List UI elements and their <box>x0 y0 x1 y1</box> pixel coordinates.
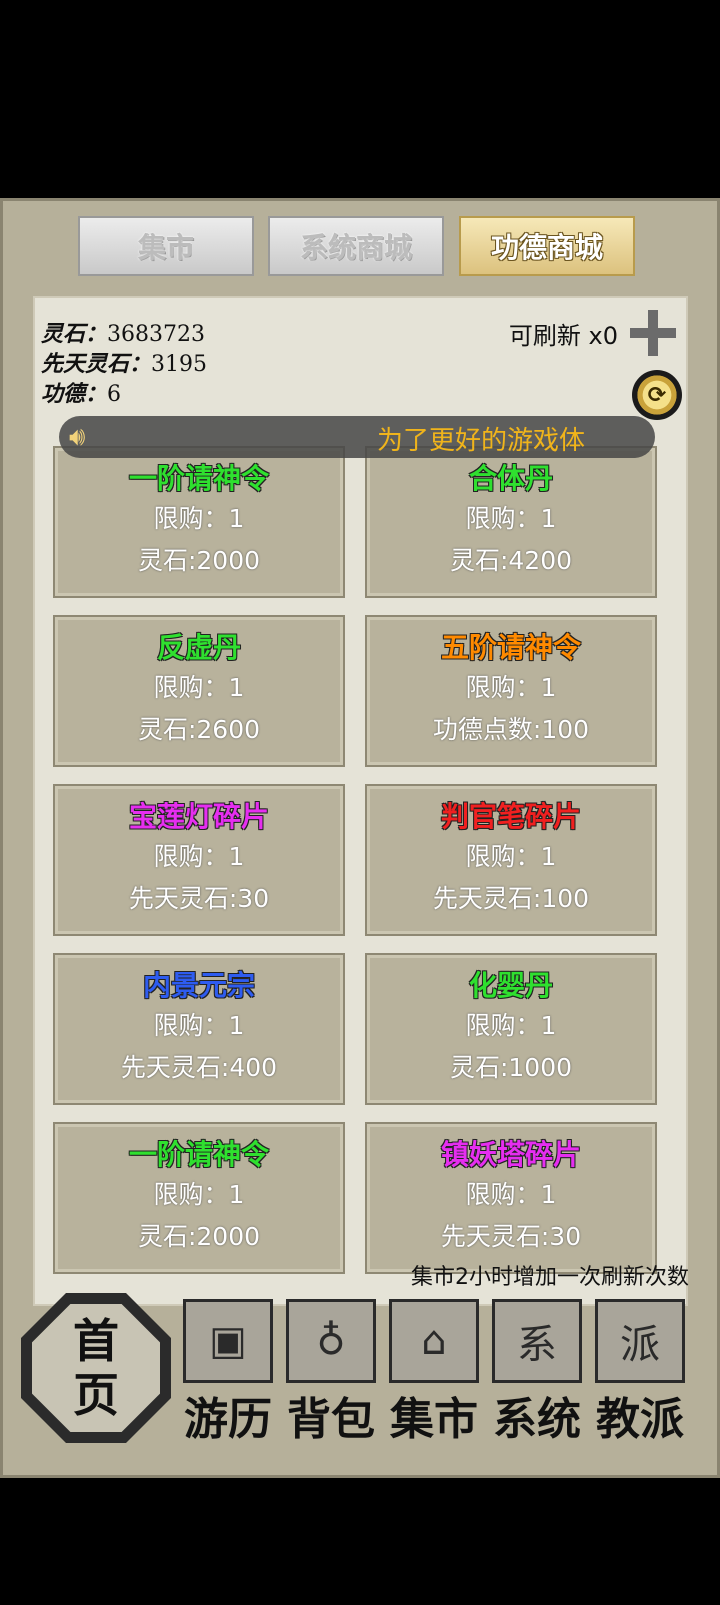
resource-label: 灵石： <box>41 321 108 347</box>
item-limit: 限购：1 <box>153 1011 245 1040</box>
resource-spirit-stone: 灵石：3683723 <box>41 316 205 348</box>
chest-icon[interactable]: ▣ <box>183 1299 273 1383</box>
add-refresh-button[interactable] <box>628 308 678 358</box>
item-name: 一阶请神令 <box>128 462 269 495</box>
shop-item-card[interactable]: 五阶请神令 限购：1 功德点数:100 <box>365 615 657 767</box>
item-limit: 限购：1 <box>153 842 245 871</box>
sect-scroll-icon[interactable]: 派 <box>595 1299 685 1383</box>
item-name: 宝莲灯碎片 <box>128 800 269 833</box>
resource-innate-stone: 先天灵石：3195 <box>41 346 207 378</box>
resource-label: 先天灵石： <box>41 351 152 377</box>
tab-market[interactable]: 集市 <box>78 216 254 276</box>
shop-item-card[interactable]: 判官笔碎片 限购：1 先天灵石:100 <box>365 784 657 936</box>
notice-banner: 🔊︎ 为了更好的游戏体 <box>59 416 655 458</box>
item-name: 判官笔碎片 <box>440 800 581 833</box>
item-limit: 限购：1 <box>465 842 557 871</box>
tab-system-shop[interactable]: 系统商城 <box>268 216 444 276</box>
item-price: 灵石:4200 <box>449 546 573 575</box>
nav-market[interactable]: 集市 <box>382 1383 486 1447</box>
item-limit: 限购：1 <box>153 673 245 702</box>
system-seal-icon[interactable]: 系 <box>492 1299 582 1383</box>
item-price: 先天灵石:30 <box>440 1222 582 1251</box>
shop-panel: 灵石：3683723 先天灵石：3195 功德：6 可刷新 x0 ⟳ 🔊︎ 为了… <box>33 296 688 1306</box>
resource-value: 6 <box>107 382 122 407</box>
bag-icon[interactable]: ♁ <box>286 1299 376 1383</box>
shop-item-card[interactable]: 一阶请神令 限购：1 灵石:2000 <box>53 1122 345 1274</box>
item-price: 灵石:2000 <box>137 1222 261 1251</box>
resource-value: 3683723 <box>107 322 205 347</box>
item-price: 先天灵石:30 <box>128 884 270 913</box>
item-limit: 限购：1 <box>465 1180 557 1209</box>
speaker-icon: 🔊︎ <box>69 422 86 452</box>
shop-item-card[interactable]: 一阶请神令 限购：1 灵石:2000 <box>53 446 345 598</box>
nav-sect[interactable]: 教派 <box>588 1383 692 1447</box>
shop-item-card[interactable]: 合体丹 限购：1 灵石:4200 <box>365 446 657 598</box>
item-limit: 限购：1 <box>465 673 557 702</box>
item-name: 五阶请神令 <box>440 631 581 664</box>
item-price: 先天灵石:400 <box>120 1053 278 1082</box>
refresh-count: 可刷新 x0 <box>508 322 618 350</box>
shop-item-card[interactable]: 镇妖塔碎片 限购：1 先天灵石:30 <box>365 1122 657 1274</box>
shop-item-card[interactable]: 反虚丹 限购：1 灵石:2600 <box>53 615 345 767</box>
item-limit: 限购：1 <box>153 504 245 533</box>
home-label-bottom: 页 <box>73 1368 119 1422</box>
shop-item-card[interactable]: 宝莲灯碎片 限购：1 先天灵石:30 <box>53 784 345 936</box>
nav-system[interactable]: 系统 <box>485 1383 589 1447</box>
item-limit: 限购：1 <box>465 504 557 533</box>
refresh-icon[interactable]: ⟳ <box>632 370 682 420</box>
item-price: 先天灵石:100 <box>432 884 590 913</box>
home-label: 首 页 <box>32 1304 160 1432</box>
item-name: 合体丹 <box>468 462 553 495</box>
nav-bag[interactable]: 背包 <box>279 1383 383 1447</box>
item-name: 一阶请神令 <box>128 1138 269 1171</box>
resource-label: 功德： <box>41 381 108 407</box>
tab-merit-shop[interactable]: 功德商城 <box>459 216 635 276</box>
item-name: 内景元宗 <box>142 969 255 1002</box>
item-limit: 限购：1 <box>153 1180 245 1209</box>
stall-icon[interactable]: ⌂ <box>389 1299 479 1383</box>
resource-merit: 功德：6 <box>41 376 121 408</box>
notice-text: 为了更好的游戏体 <box>377 426 586 456</box>
resource-value: 3195 <box>151 352 208 377</box>
shop-item-card[interactable]: 化婴丹 限购：1 灵石:1000 <box>365 953 657 1105</box>
item-price: 灵石:2000 <box>137 546 261 575</box>
item-name: 化婴丹 <box>468 969 553 1002</box>
item-price: 功德点数:100 <box>432 715 590 744</box>
refresh-hint: 集市2小时增加一次刷新次数 <box>411 1265 689 1290</box>
nav-travel[interactable]: 游历 <box>176 1383 280 1447</box>
home-label-top: 首 <box>73 1314 119 1368</box>
item-price: 灵石:1000 <box>449 1053 573 1082</box>
item-name: 反虚丹 <box>156 631 241 664</box>
item-name: 镇妖塔碎片 <box>440 1138 581 1171</box>
shop-item-card[interactable]: 内景元宗 限购：1 先天灵石:400 <box>53 953 345 1105</box>
game-frame: 集市 系统商城 功德商城 灵石：3683723 先天灵石：3195 功德：6 可… <box>0 198 720 1478</box>
item-price: 灵石:2600 <box>137 715 261 744</box>
home-button[interactable]: 首 页 <box>21 1293 171 1443</box>
item-limit: 限购：1 <box>465 1011 557 1040</box>
